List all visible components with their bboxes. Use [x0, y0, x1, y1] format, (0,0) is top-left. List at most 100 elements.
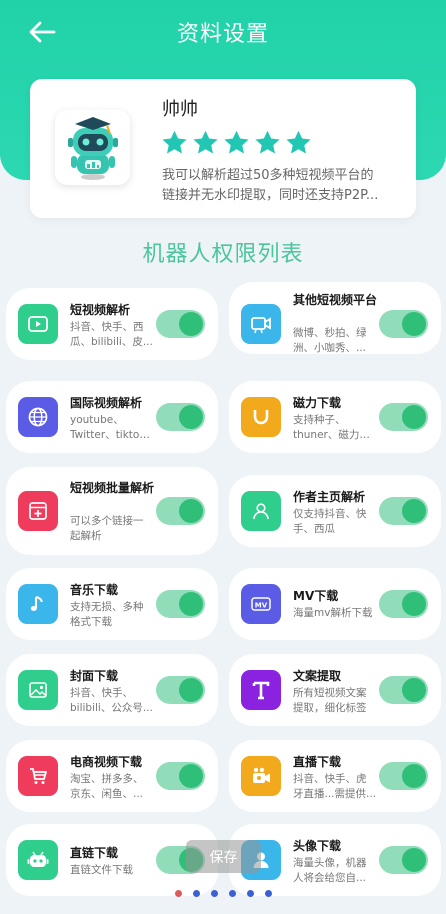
page-dot[interactable]	[193, 890, 200, 897]
video-camera-icon	[241, 304, 281, 344]
save-button[interactable]: 保存	[186, 840, 261, 873]
permission-name: 短视频解析	[70, 303, 131, 317]
permission-desc-line: 起解析	[70, 530, 102, 542]
music-note-icon	[18, 584, 58, 624]
magnet-icon	[241, 397, 281, 437]
permission-desc: youtube、 Twitter、tiktok...	[70, 413, 154, 443]
image-icon	[18, 670, 58, 710]
bot-avatar[interactable]	[55, 110, 130, 185]
permission-card-other-platforms: 其他短视频平台 微博、秒拍、绿 洲、小咖秀、...	[229, 282, 441, 354]
page-dot[interactable]	[265, 890, 272, 897]
mv-icon: MV	[241, 584, 281, 624]
permission-toggle[interactable]	[156, 310, 205, 338]
permission-toggle[interactable]	[379, 497, 428, 525]
permission-toggle[interactable]	[156, 590, 205, 618]
permission-desc: 直链文件下载	[70, 863, 154, 878]
permission-desc-line: 牙直播...需提供...	[293, 788, 377, 800]
permission-name: 音乐下载	[70, 583, 119, 597]
permission-desc: 可以多个链接一 起解析	[70, 514, 154, 544]
permission-name: MV下载	[293, 589, 339, 603]
permission-desc: 微博、秒拍、绿 洲、小咖秀、...	[293, 326, 377, 356]
page-title: 资料设置	[176, 22, 269, 47]
star-icon	[255, 130, 280, 154]
permission-desc-line: 瓜、bilibili、皮...	[70, 336, 153, 348]
star-icon	[162, 130, 187, 154]
permission-toggle[interactable]	[379, 762, 428, 790]
globe-icon	[18, 397, 58, 437]
bot-name: 帅帅	[162, 99, 198, 120]
user-icon	[241, 491, 281, 531]
permission-name: 国际视频解析	[70, 396, 143, 410]
permission-card-music: 音乐下载 支持无损、多种 格式下载	[6, 568, 218, 640]
permission-desc: 所有短视频文案 提取，细化标签	[293, 686, 377, 716]
permission-desc-line: 洲、小咖秀、...	[293, 342, 367, 354]
shopping-cart-icon	[18, 756, 58, 796]
permission-toggle[interactable]	[379, 310, 428, 338]
permission-desc: 海量头像，机器 人将会给您自...	[293, 856, 377, 886]
permission-card-magnet: 磁力下载 支持种子、 thuner、磁力链...	[229, 381, 441, 453]
permission-desc-line: 海量头像，机器	[293, 857, 367, 869]
page-dot[interactable]	[211, 890, 218, 897]
permission-desc-line: 抖音、快手、	[70, 687, 133, 699]
svg-text:MV: MV	[255, 602, 268, 610]
permission-name: 其他短视频平台	[293, 293, 378, 307]
permission-card-short-video: 短视频解析 抖音、快手、西 瓜、bilibili、皮...	[6, 288, 218, 360]
permission-desc-line: 微博、秒拍、绿	[293, 327, 367, 339]
permission-desc-line: 仅支持抖音、快	[293, 508, 367, 520]
permission-toggle[interactable]	[379, 590, 428, 618]
permission-desc-line: Twitter、tiktok...	[70, 429, 154, 441]
permission-desc-line: 所有短视频文案	[293, 687, 367, 699]
permission-name: 文案提取	[293, 669, 342, 683]
permission-desc-line: bilibili、公众号...	[70, 702, 153, 714]
permission-card-copywriting: 文案提取 所有短视频文案 提取，细化标签	[229, 654, 441, 726]
rating-stars	[160, 129, 313, 156]
permission-card-mv: MV MV下载 海量mv解析下载	[229, 568, 441, 640]
permission-card-international: 国际视频解析 youtube、 Twitter、tiktok...	[6, 381, 218, 453]
live-camera-icon	[241, 756, 281, 796]
permission-desc: 仅支持抖音、快 手、西瓜	[293, 507, 377, 537]
permission-toggle[interactable]	[156, 403, 205, 431]
permission-desc-line: 提取，细化标签	[293, 702, 367, 714]
permission-desc-line: 支持无损、多种	[70, 601, 144, 613]
star-icon	[193, 130, 218, 154]
permission-desc: 抖音、快手、西 瓜、bilibili、皮...	[70, 320, 154, 350]
page-dot[interactable]	[247, 890, 254, 897]
permission-name: 电商视频下载	[70, 755, 143, 769]
permission-desc-line: 淘宝、拼多多、	[70, 773, 144, 785]
robot-icon	[18, 840, 58, 880]
permission-toggle[interactable]	[156, 762, 205, 790]
text-t-icon	[241, 670, 281, 710]
permission-toggle[interactable]	[379, 403, 428, 431]
star-icon	[286, 130, 311, 154]
bot-description-line: 链接并无水印提取，同时还支持P2P...	[162, 188, 379, 203]
page-indicator	[175, 890, 272, 897]
permission-card-batch: 短视频批量解析 可以多个链接一 起解析	[6, 467, 218, 555]
page-dot-active[interactable]	[175, 890, 182, 897]
permission-toggle[interactable]	[156, 676, 205, 704]
permission-desc: 抖音、快手、 bilibili、公众号...	[70, 686, 154, 716]
permission-desc-line: 海量mv解析下载	[293, 607, 373, 619]
bot-profile-card: 帅帅 我可以解析超过50多种短视频平台的 链接并无水印提取，同时还支持P2P..…	[30, 79, 416, 218]
permission-desc-line: 手、西瓜	[293, 523, 335, 535]
robot-mascot-icon	[67, 116, 118, 180]
permission-card-live: 直播下载 抖音、快手、虎 牙直播...需提供...	[229, 740, 441, 812]
permission-name: 直播下载	[293, 755, 342, 769]
permission-name: 磁力下载	[293, 396, 342, 410]
permission-desc-line: 直链文件下载	[70, 864, 133, 876]
page-dot[interactable]	[229, 890, 236, 897]
permission-desc-line: 可以多个链接一	[70, 515, 144, 527]
permission-card-cover: 封面下载 抖音、快手、 bilibili、公众号...	[6, 654, 218, 726]
permission-desc-line: youtube、	[70, 414, 124, 426]
bot-description-line: 我可以解析超过50多种短视频平台的	[162, 168, 374, 183]
permission-toggle[interactable]	[379, 846, 428, 874]
permission-desc-line: 抖音、快手、虎	[293, 773, 367, 785]
permission-card-author: 作者主页解析 仅支持抖音、快 手、西瓜	[229, 475, 441, 547]
permission-toggle[interactable]	[379, 676, 428, 704]
permission-desc: 海量mv解析下载	[293, 606, 383, 621]
permission-name: 短视频批量解析	[70, 481, 155, 495]
permission-desc-line: 格式下载	[70, 616, 112, 628]
permission-name: 封面下载	[70, 669, 119, 683]
batch-add-icon	[18, 491, 58, 531]
permission-name: 作者主页解析	[293, 490, 366, 504]
permission-toggle[interactable]	[156, 497, 205, 525]
